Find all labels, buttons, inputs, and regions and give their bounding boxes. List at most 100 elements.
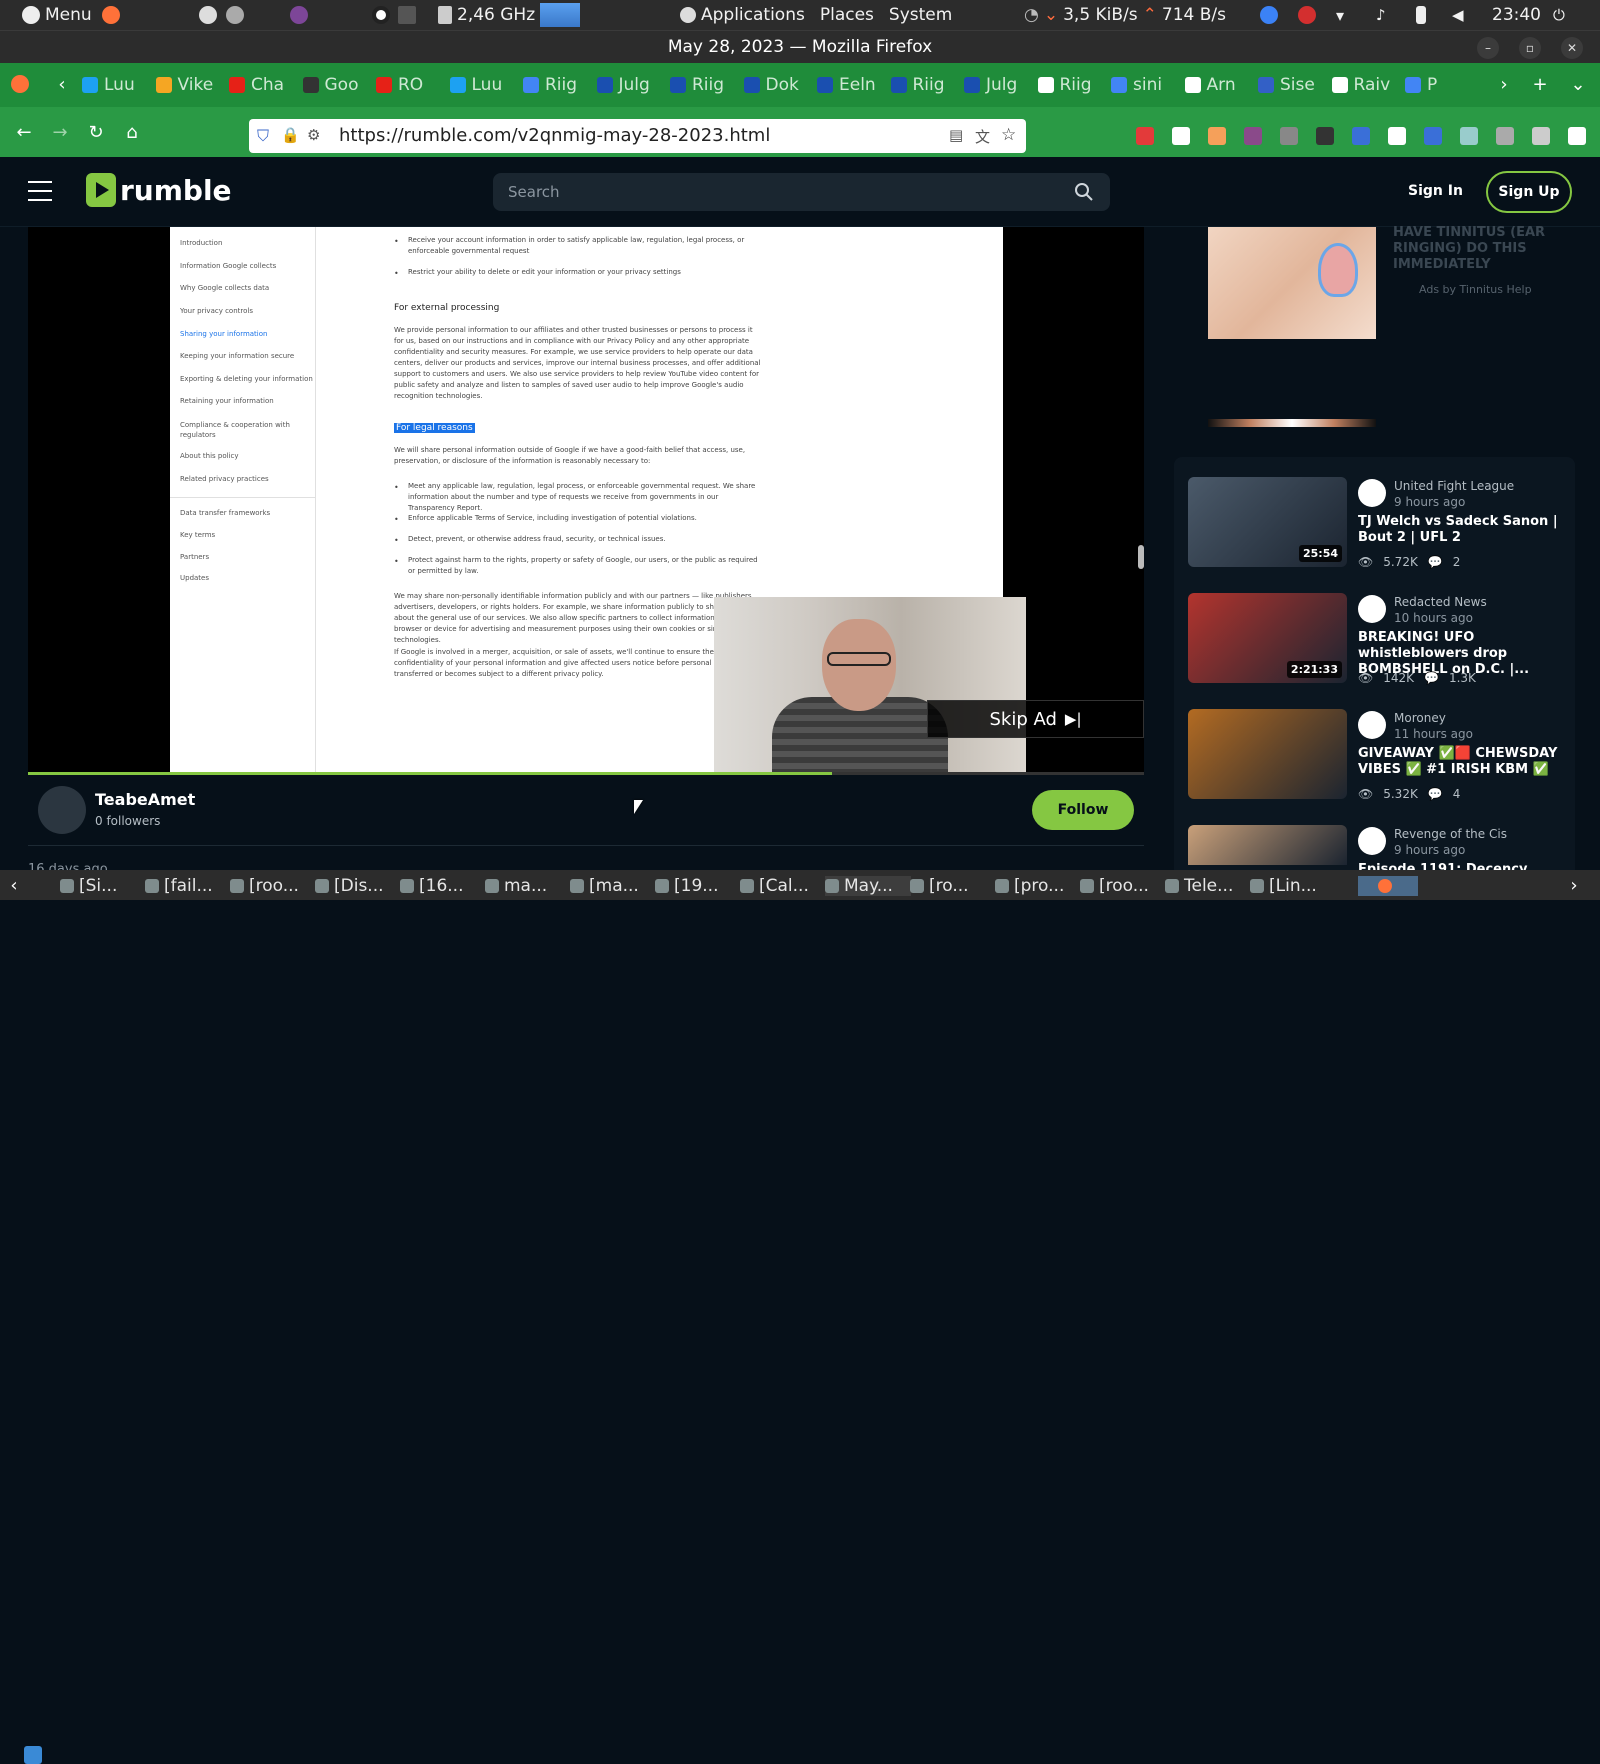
downloads-icon[interactable] [1172,127,1190,145]
search-input[interactable]: Search [493,173,1110,211]
video-thumbnail[interactable]: 2:21:33 [1188,593,1347,683]
browser-tab[interactable]: Luu [449,71,510,99]
power-icon[interactable]: ⏻ [1553,0,1565,30]
id-icon[interactable] [1424,127,1442,145]
browser-tab[interactable]: P [1405,71,1465,99]
notification-bell-icon[interactable]: ♪ [1376,0,1386,30]
os-menu-button[interactable]: Menu [22,0,92,30]
taskbar-window-button[interactable]: Tele... [1165,876,1251,896]
channel-avatar-small[interactable] [1358,711,1386,739]
shield-icon[interactable]: ⛉ [257,126,269,146]
channel-name[interactable]: TeabeAmet [95,790,195,809]
back-icon[interactable]: ← [12,120,36,144]
search-icon[interactable] [1074,182,1094,202]
places-menu-item[interactable]: Places [820,5,874,25]
taskbar-firefox-button[interactable] [1358,876,1418,896]
taskbar-window-button[interactable]: [roo... [1080,876,1166,896]
browser-tab[interactable]: Riig [670,71,730,99]
browser-tab[interactable]: Luu [82,71,142,99]
volume-icon[interactable]: ◀ [1452,0,1464,30]
permissions-icon[interactable]: ⚙ [307,126,320,144]
taskbar-window-button[interactable]: [19... [655,876,741,896]
lock-icon[interactable]: 🔒 [281,126,300,144]
settings-launcher-icon[interactable] [226,0,244,30]
browser-tab[interactable]: RO [376,71,436,99]
ad-attribution[interactable]: Ads by Tinnitus Help [1419,283,1532,296]
related-video-title[interactable]: TJ Welch vs Sadeck Sanon | Bout 2 | UFL … [1358,514,1563,546]
browser-tab[interactable]: Riig [890,71,951,99]
bookmark-star-icon[interactable]: ☆ [1001,125,1016,145]
browser-tab[interactable]: Arn [1184,71,1245,99]
related-channel-name[interactable]: Redacted News [1394,595,1487,609]
ublock-icon[interactable] [1244,127,1262,145]
app-menu-icon[interactable] [1568,127,1586,145]
show-desktop-icon[interactable] [24,1746,42,1764]
taskbar-window-button[interactable]: [roo... [230,876,316,896]
firefox-launcher-icon[interactable] [102,0,120,30]
taskbar-window-button[interactable]: [Si... [60,876,146,896]
translate-icon[interactable]: 文 [975,126,990,147]
taskbar-window-button[interactable]: [ro... [910,876,996,896]
video-thumbnail[interactable] [1188,709,1347,799]
tray-app-icon[interactable] [1260,0,1278,30]
channel-avatar-small[interactable] [1358,827,1386,855]
reload-icon[interactable]: ↻ [84,120,108,144]
related-video-card[interactable]: Moroney 11 hours ago GIVEAWAY ✅🟥 CHEWSDAY … [1188,709,1568,809]
ad-image[interactable] [1208,227,1376,339]
browser-tab[interactable]: Riig [1037,71,1098,99]
browser-tab[interactable]: Cha [229,71,289,99]
related-channel-name[interactable]: United Fight League [1394,479,1514,493]
taskbar-window-button[interactable]: [ma... [570,876,656,896]
taskbar-window-button[interactable]: May... [825,876,911,896]
ad-banner-strip[interactable] [1208,419,1376,427]
tor-launcher-icon[interactable] [290,0,308,30]
extensions-puzzle-icon[interactable] [1532,127,1550,145]
channel-avatar-small[interactable] [1358,479,1386,507]
taskbar-scroll-left-icon[interactable]: ‹ [2,873,26,897]
video-thumbnail[interactable]: 25:54 [1188,477,1347,567]
related-video-card[interactable]: 25:54 United Fight League 9 hours ago TJ We… [1188,477,1568,577]
taskbar-window-button[interactable]: ma... [485,876,571,896]
globe-icon[interactable] [1460,127,1478,145]
taskbar-window-button[interactable]: [pro... [995,876,1081,896]
taskbar-window-button[interactable]: [Lin... [1250,876,1336,896]
tray-record-icon[interactable] [1298,0,1316,30]
browser-tab[interactable]: Riig [523,71,583,99]
terminal-launcher-icon[interactable] [398,0,416,30]
rumble-logo[interactable]: rumble [86,173,232,207]
sign-in-link[interactable]: Sign In [1408,183,1463,199]
places-menu[interactable]: Applications Places System [680,0,952,30]
wifi-icon[interactable]: ▾ [1336,0,1344,30]
filter-icon[interactable] [1388,127,1406,145]
app-launcher-icon[interactable] [199,0,217,30]
list-all-tabs-icon[interactable]: ⌄ [1566,72,1590,96]
cloud-icon[interactable] [1496,127,1514,145]
sign-up-button[interactable]: Sign Up [1486,171,1572,213]
browser-tab[interactable]: Julg [964,71,1024,99]
extension-icon-1[interactable] [1208,127,1226,145]
clock[interactable]: 23:40 [1492,0,1541,30]
browser-tab[interactable]: Sise [1258,71,1318,99]
tab-scroll-right-icon[interactable]: › [1492,72,1516,96]
browser-tab[interactable]: Eeln [817,71,877,99]
taskbar-window-button[interactable]: [Cal... [740,876,826,896]
video-thumbnail[interactable] [1188,825,1347,865]
browser-tab[interactable]: Raiv [1331,71,1392,99]
firefox-view-icon[interactable] [8,72,32,96]
extension-icon-3[interactable] [1352,127,1370,145]
related-video-card[interactable]: 2:21:33 Redacted News 10 hours ago BREAKING… [1188,593,1568,693]
taskbar-window-button[interactable]: [fail... [145,876,231,896]
browser-tab[interactable]: Julg [596,71,657,99]
new-tab-icon[interactable]: + [1528,72,1552,96]
url-text[interactable]: https://rumble.com/v2qnmig-may-28-2023.h… [339,125,770,146]
channel-avatar[interactable] [38,786,86,834]
browser-tab[interactable]: Vike [155,71,216,99]
video-player[interactable]: Introduction Information Google collects W… [28,227,1144,774]
opera-launcher-icon[interactable] [372,0,390,30]
maximize-button[interactable]: ▫ [1519,37,1541,59]
related-video-title[interactable]: GIVEAWAY ✅🟥 CHEWSDAY VIBES ✅ #1 IRISH KB… [1358,746,1563,778]
forward-icon[interactable]: → [48,120,72,144]
taskbar-window-button[interactable]: [Dis... [315,876,401,896]
pocket-icon[interactable] [1136,127,1154,145]
hamburger-menu-icon[interactable] [28,181,52,201]
